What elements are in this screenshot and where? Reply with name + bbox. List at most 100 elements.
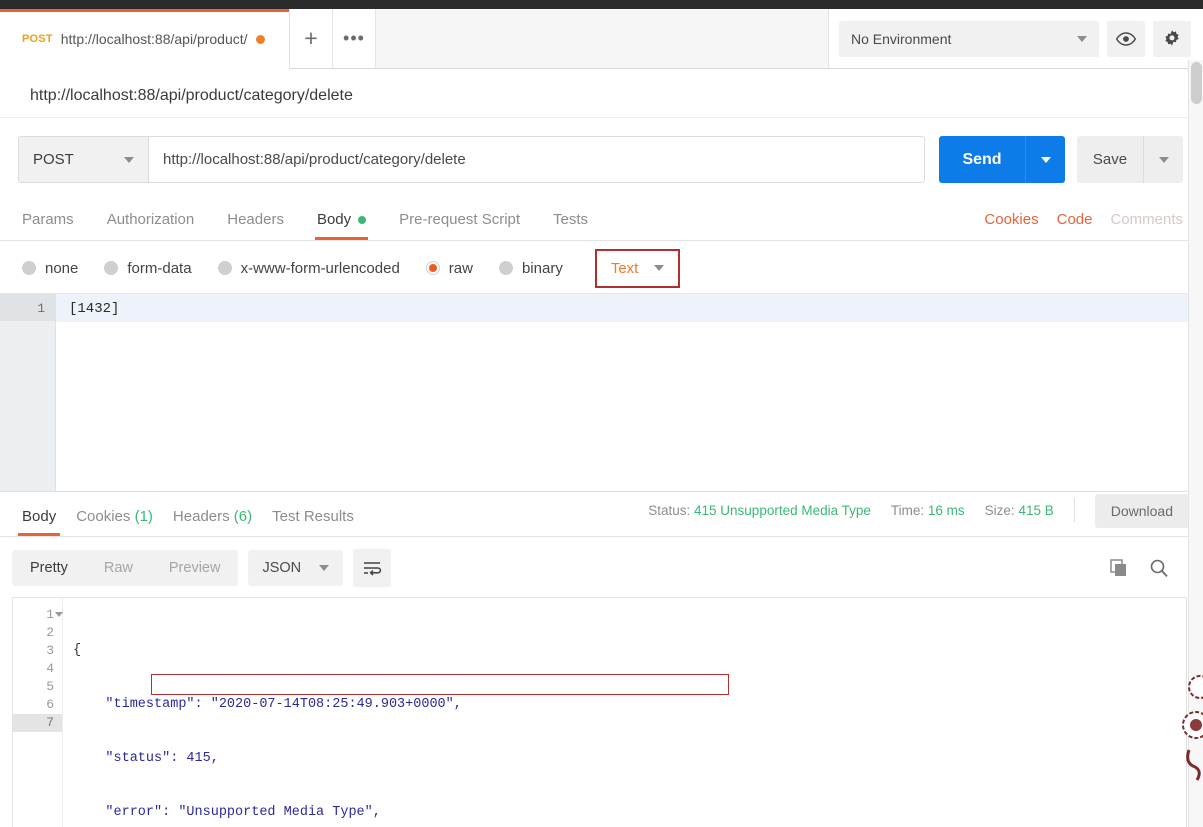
save-options-button[interactable] <box>1143 136 1183 183</box>
meta-divider <box>1073 498 1075 522</box>
tab-headers-label: Headers <box>227 211 284 228</box>
save-button[interactable]: Save <box>1077 136 1143 183</box>
environment-area: No Environment <box>828 9 1203 68</box>
status-label: Status: <box>648 502 691 518</box>
gear-icon <box>1162 29 1182 49</box>
tab-options-button[interactable]: ••• <box>333 9 376 68</box>
tab-body[interactable]: Body <box>314 211 369 240</box>
raw-format-label: Text <box>610 259 639 277</box>
response-line-number: 1 <box>13 606 63 624</box>
eye-icon <box>1116 31 1136 46</box>
raw-format-select[interactable]: Text <box>594 248 681 288</box>
response-tab-body-label: Body <box>22 508 57 525</box>
response-code-line: { <box>73 643 82 658</box>
time-label: Time: <box>890 502 925 518</box>
tab-bar: POST http://localhost:88/api/product/ + … <box>0 9 1203 69</box>
response-line-number: 4 <box>46 661 54 676</box>
tab-body-label: Body <box>316 211 352 228</box>
tab-pre-request-script[interactable]: Pre-request Script <box>399 211 520 240</box>
tab-tests[interactable]: Tests <box>553 211 588 240</box>
tab-authorization-label: Authorization <box>106 211 195 228</box>
request-line-number: 1 <box>0 294 55 321</box>
tab-params-label: Params <box>22 211 74 228</box>
send-group: Send <box>939 136 1065 183</box>
response-format-select[interactable]: JSON <box>248 550 344 586</box>
message-annotation-box <box>151 674 729 695</box>
view-raw-button[interactable]: Raw <box>86 550 151 586</box>
send-button[interactable]: Send <box>939 136 1025 183</box>
cookies-link[interactable]: Cookies <box>984 211 1038 228</box>
tab-params[interactable]: Params <box>22 211 74 240</box>
request-url-input[interactable]: http://localhost:88/api/product/category… <box>148 136 925 183</box>
response-tab-cookies-count: (1) <box>134 508 153 525</box>
response-meta: Status: 415 Unsupported Media Type Time:… <box>648 494 1189 536</box>
response-toolbar-right <box>1109 558 1189 578</box>
window-top-strip <box>0 0 1203 9</box>
response-gutter: 1 2 3 4 5 6 7 <box>13 598 63 827</box>
radio-selected-icon <box>425 261 440 275</box>
radio-icon <box>104 261 119 275</box>
page-title: http://localhost:88/api/product/category… <box>0 69 1203 118</box>
scrollbar-thumb[interactable] <box>1191 62 1202 104</box>
download-button[interactable]: Download <box>1094 494 1189 528</box>
body-type-none[interactable]: none <box>22 260 78 277</box>
chevron-down-icon <box>654 265 665 271</box>
body-type-form-data[interactable]: form-data <box>104 260 192 277</box>
response-body-viewer[interactable]: 1 2 3 4 5 6 7 { "timestamp": "2020-07-14… <box>12 597 1187 827</box>
body-present-indicator-icon <box>358 215 367 224</box>
view-preview-button[interactable]: Preview <box>151 550 239 586</box>
request-builder-row: POST http://localhost:88/api/product/cat… <box>0 118 1203 197</box>
response-tab-cookies-label: Cookies <box>76 508 131 525</box>
radio-icon <box>217 261 232 275</box>
response-line-number: 7 <box>13 714 62 732</box>
fold-toggle-icon[interactable] <box>55 612 63 617</box>
body-type-none-label: none <box>45 259 79 277</box>
request-tabs-right-links: Cookies Code Comments <box>984 211 1183 240</box>
tab-headers[interactable]: Headers <box>227 211 284 240</box>
request-editor-gutter: 1 <box>0 294 56 491</box>
response-tab-test-results[interactable]: Test Results <box>272 508 354 536</box>
response-tab-body[interactable]: Body <box>17 508 61 536</box>
time-item: Time: 16 ms <box>891 503 965 518</box>
response-tab-cookies[interactable]: Cookies (1) <box>76 508 153 536</box>
new-tab-button[interactable]: + <box>290 9 333 68</box>
radio-icon <box>22 261 36 275</box>
code-link[interactable]: Code <box>1057 211 1093 228</box>
search-icon[interactable] <box>1149 558 1169 578</box>
body-type-raw[interactable]: raw <box>425 260 473 277</box>
tab-method-label: POST <box>22 33 53 45</box>
response-tab-headers[interactable]: Headers (6) <box>173 508 252 536</box>
request-tab[interactable]: POST http://localhost:88/api/product/ <box>0 9 290 69</box>
response-line-number: 2 <box>46 625 54 640</box>
vertical-scrollbar[interactable] <box>1188 60 1203 827</box>
time-value: 16 ms <box>927 502 965 518</box>
request-section-tabs: Params Authorization Headers Body Pre-re… <box>0 197 1203 241</box>
tab-tests-label: Tests <box>553 211 589 228</box>
word-wrap-button[interactable] <box>353 549 392 587</box>
body-type-row: none form-data x-www-form-urlencoded raw… <box>0 241 1203 293</box>
response-format-label: JSON <box>262 560 302 576</box>
environment-quick-look-button[interactable] <box>1107 20 1145 57</box>
body-type-binary[interactable]: binary <box>498 260 563 277</box>
view-pretty-button[interactable]: Pretty <box>12 550 86 586</box>
response-view-switch: Pretty Raw Preview <box>12 550 239 586</box>
send-options-button[interactable] <box>1025 136 1065 183</box>
response-tab-headers-label: Headers <box>172 508 230 525</box>
size-label: Size: <box>984 502 1015 518</box>
environment-select[interactable]: No Environment <box>839 20 1099 57</box>
settings-button[interactable] <box>1153 20 1191 57</box>
request-body-editor[interactable]: 1 [1432] <box>0 293 1203 491</box>
copy-icon[interactable] <box>1109 558 1129 578</box>
request-code-area[interactable]: [1432] <box>56 294 1203 491</box>
response-code-area[interactable]: { "timestamp": "2020-07-14T08:25:49.903+… <box>63 598 1186 827</box>
tab-title-label: http://localhost:88/api/product/ <box>60 31 248 47</box>
response-code-line: "timestamp": "2020-07-14T08:25:49.903+00… <box>73 697 462 712</box>
http-method-label: POST <box>33 151 74 168</box>
tab-authorization[interactable]: Authorization <box>107 211 195 240</box>
body-type-urlencoded[interactable]: x-www-form-urlencoded <box>217 260 400 277</box>
comments-link[interactable]: Comments <box>1110 211 1183 228</box>
chevron-down-icon <box>1040 156 1051 163</box>
http-method-select[interactable]: POST <box>18 136 148 183</box>
tab-bar-filler <box>376 9 828 68</box>
response-code-line: "error": "Unsupported Media Type", <box>73 805 381 820</box>
